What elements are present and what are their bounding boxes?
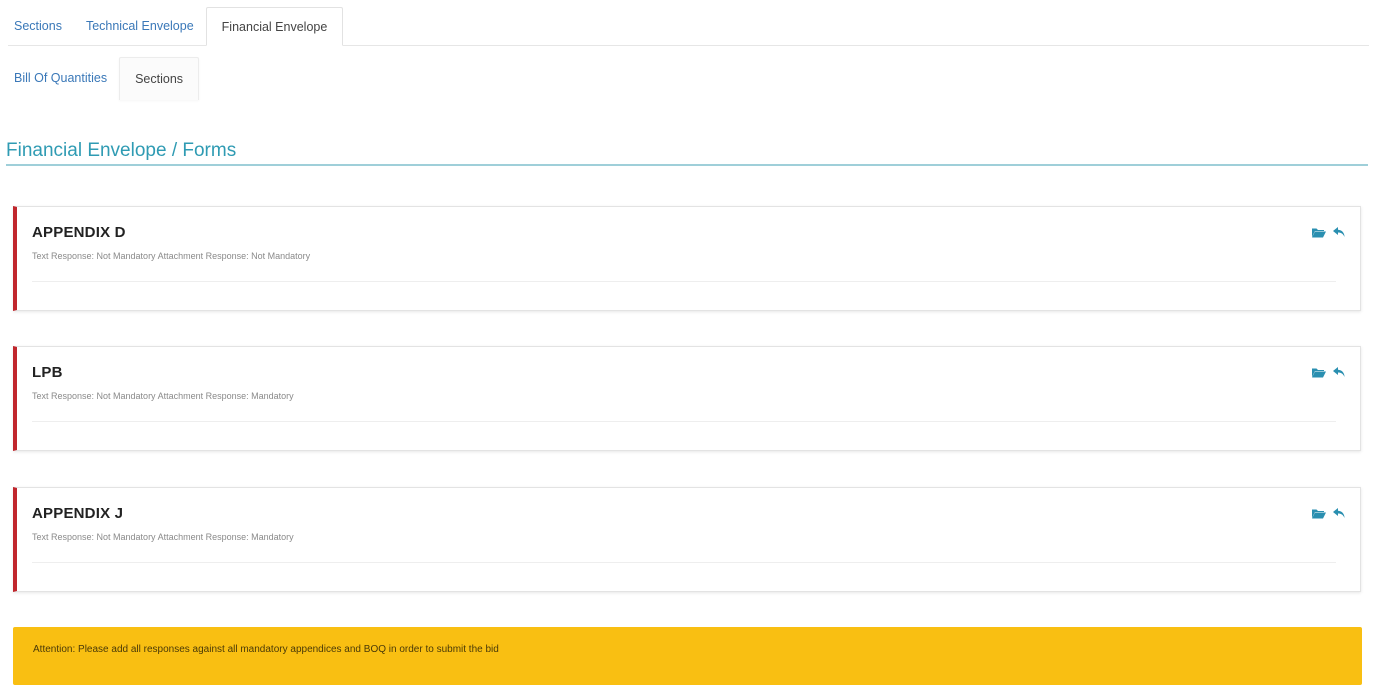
tab-bill-of-quantities[interactable]: Bill Of Quantities	[8, 57, 119, 99]
reply-icon[interactable]	[1332, 506, 1346, 520]
reply-icon[interactable]	[1332, 365, 1346, 379]
form-card-meta: Text Response: Not Mandatory Attachment …	[32, 532, 294, 542]
form-card-appendix-d: APPENDIX D Text Response: Not Mandatory …	[13, 206, 1361, 311]
tab-sub-sections[interactable]: Sections	[119, 57, 200, 100]
card-divider	[32, 562, 1336, 563]
attention-alert: Attention: Please add all responses agai…	[13, 627, 1362, 685]
card-divider	[32, 421, 1336, 422]
card-actions	[1312, 506, 1346, 520]
folder-open-icon[interactable]	[1312, 225, 1326, 239]
folder-open-icon[interactable]	[1312, 365, 1326, 379]
page-title: Financial Envelope / Forms	[6, 140, 1368, 166]
tab-technical-envelope[interactable]: Technical Envelope	[74, 7, 206, 45]
card-actions	[1312, 365, 1346, 379]
form-card-title: LPB	[32, 364, 63, 381]
form-card-appendix-j: APPENDIX J Text Response: Not Mandatory …	[13, 487, 1361, 592]
reply-icon[interactable]	[1332, 225, 1346, 239]
form-card-meta: Text Response: Not Mandatory Attachment …	[32, 251, 311, 261]
card-divider	[32, 281, 1336, 282]
form-card-lpb: LPB Text Response: Not Mandatory Attachm…	[13, 346, 1361, 451]
folder-open-icon[interactable]	[1312, 506, 1326, 520]
financial-subtab-bar: Bill Of Quantities Sections	[8, 57, 200, 100]
tab-financial-envelope[interactable]: Financial Envelope	[205, 7, 344, 46]
form-card-meta: Text Response: Not Mandatory Attachment …	[32, 391, 294, 401]
envelope-tab-bar: Sections Technical Envelope Financial En…	[8, 7, 1369, 46]
form-card-title: APPENDIX D	[32, 224, 126, 241]
card-actions	[1312, 225, 1346, 239]
attention-alert-text: Attention: Please add all responses agai…	[33, 644, 499, 655]
tab-sections[interactable]: Sections	[8, 7, 74, 45]
form-card-title: APPENDIX J	[32, 505, 124, 522]
